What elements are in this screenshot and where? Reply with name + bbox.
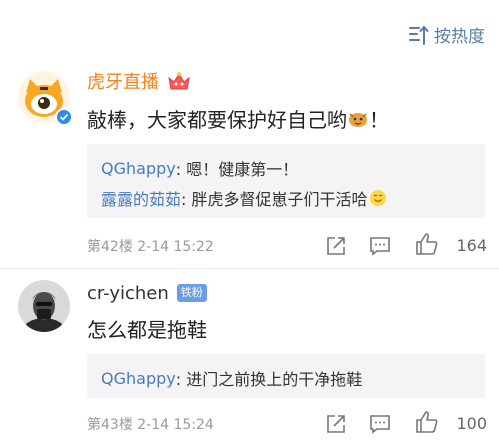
like-icon[interactable]: [415, 410, 439, 434]
share-icon[interactable]: [325, 235, 347, 257]
reply-item: QGhappy : 嗯！健康第一！: [101, 156, 298, 180]
sort-by-hot-button[interactable]: 按热度: [408, 22, 485, 47]
like-count: 164: [456, 236, 487, 255]
crown-badge-icon: [168, 72, 190, 90]
smile-emoji-icon: [369, 190, 386, 206]
comment-text-main: 怎么都是拖鞋: [87, 318, 207, 342]
reply-item: 露露的茹茹 : 胖虎多督促崽子们干活哈: [101, 186, 386, 210]
reply-box[interactable]: QGhappy : 进门之前换上的干净拖鞋: [87, 354, 485, 398]
comment-text: 敲棒，大家都要保护好自己哟 ！: [87, 104, 389, 133]
reply-user[interactable]: 露露的茹茹: [101, 186, 181, 210]
user-name[interactable]: 虎牙直播: [87, 68, 159, 94]
comment-icon[interactable]: [369, 235, 391, 257]
reply-text: : 进门之前换上的干净拖鞋: [175, 370, 363, 389]
like-count: 100: [456, 414, 487, 433]
tiger-emoji-icon: [349, 112, 367, 127]
reply-text: : 嗯！健康第一！: [175, 160, 299, 179]
comment-icon[interactable]: [369, 413, 391, 435]
sort-icon: [409, 24, 429, 45]
reply-item: QGhappy : 进门之前换上的干净拖鞋: [101, 366, 362, 390]
reply-user[interactable]: QGhappy: [101, 369, 176, 388]
comment-text-main: 敲棒，大家都要保护好自己哟: [87, 108, 347, 132]
user-name[interactable]: cr-yichen: [87, 283, 169, 304]
divider: [0, 268, 499, 269]
reply-box[interactable]: QGhappy : 嗯！健康第一！ 露露的茹茹 : 胖虎多督促崽子们干活哈: [87, 144, 485, 218]
reply-user[interactable]: QGhappy: [101, 159, 176, 178]
like-icon[interactable]: [415, 232, 439, 256]
comment-text: 怎么都是拖鞋: [87, 314, 207, 343]
sort-label: 按热度: [434, 27, 485, 47]
verified-icon: [55, 108, 73, 126]
reply-text: : 胖虎多督促崽子们干活哈: [181, 190, 368, 209]
share-icon[interactable]: [325, 413, 347, 435]
fan-badge: 铁粉: [176, 284, 207, 302]
avatar[interactable]: [18, 280, 70, 332]
comment-text-end: ！: [369, 108, 389, 132]
